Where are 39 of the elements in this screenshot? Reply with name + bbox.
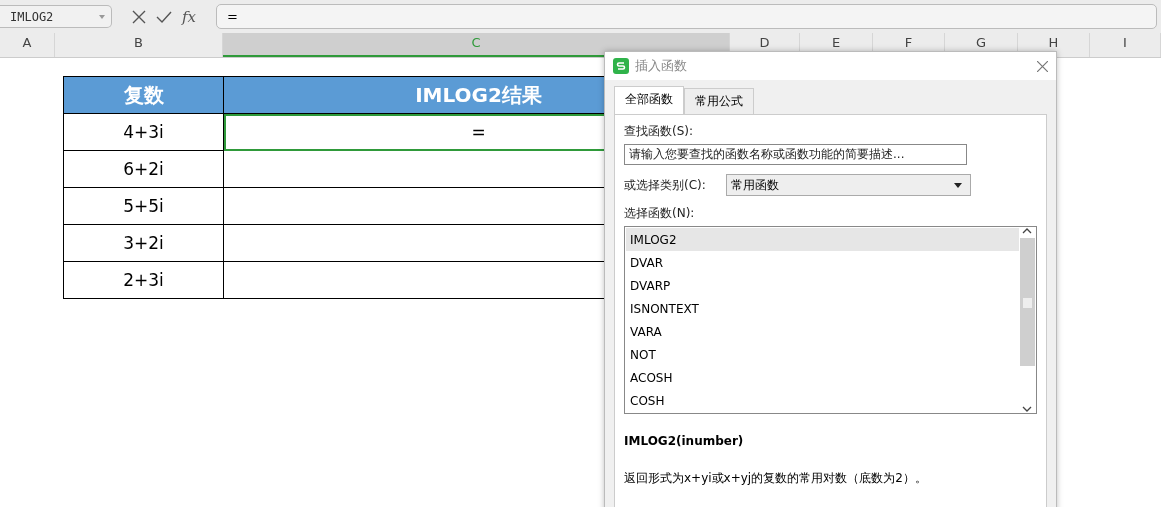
- function-description: 返回形式为x+yi或x+yj的复数的常用对数（底数为2）。: [624, 470, 928, 487]
- function-list-item[interactable]: COSH: [626, 389, 1019, 412]
- table-cell[interactable]: 6+2i: [64, 151, 224, 188]
- search-field[interactable]: 请输入您要查找的函数名称或函数功能的简要描述...: [624, 144, 967, 165]
- function-list-item[interactable]: DVAR: [626, 251, 1019, 274]
- function-list-item[interactable]: NOT: [626, 343, 1019, 366]
- function-list-item[interactable]: ACOSH: [626, 366, 1019, 389]
- scrollbar-thumb[interactable]: [1022, 298, 1032, 308]
- column-header[interactable]: I: [1090, 33, 1161, 57]
- category-select[interactable]: 常用函数: [725, 174, 971, 196]
- function-list-item[interactable]: VARA: [626, 320, 1019, 343]
- table-header-cell: 复数: [64, 77, 224, 114]
- dropdown-caret-icon: [953, 182, 962, 188]
- scroll-down-icon[interactable]: [1022, 406, 1032, 412]
- table-cell[interactable]: 5+5i: [64, 188, 224, 225]
- function-list-item[interactable]: ISNONTEXT: [626, 297, 1019, 320]
- function-list-item[interactable]: DVARP: [626, 274, 1019, 297]
- scroll-up-icon[interactable]: [1022, 228, 1032, 234]
- column-header[interactable]: A: [0, 33, 55, 57]
- check-icon[interactable]: [156, 9, 172, 24]
- category-label: 或选择类别(C):: [624, 176, 706, 194]
- function-syntax: IMLOG2(inumber): [624, 434, 745, 448]
- dialog-tab[interactable]: 全部函数: [614, 86, 684, 114]
- close-icon[interactable]: [1037, 60, 1048, 72]
- scrollbar-track[interactable]: [1019, 238, 1035, 366]
- dialog-tab[interactable]: 常用公式: [684, 88, 754, 114]
- app-logo-icon: [613, 58, 629, 74]
- function-list-label: 选择函数(N):: [624, 205, 696, 222]
- function-list-item[interactable]: IMLOG2: [626, 228, 1019, 251]
- table-cell[interactable]: 2+3i: [64, 262, 224, 299]
- search-label: 查找函数(S):: [624, 123, 695, 140]
- dialog-title: 插入函数: [635, 57, 688, 75]
- table-cell[interactable]: 3+2i: [64, 225, 224, 262]
- function-button[interactable]: fx: [182, 7, 196, 26]
- table-cell[interactable]: 4+3i: [64, 114, 224, 151]
- dropdown-caret-icon: [99, 14, 105, 19]
- cancel-icon[interactable]: [132, 9, 146, 24]
- formula-field[interactable]: =: [216, 4, 1157, 29]
- name-box[interactable]: IMLOG2: [0, 5, 112, 28]
